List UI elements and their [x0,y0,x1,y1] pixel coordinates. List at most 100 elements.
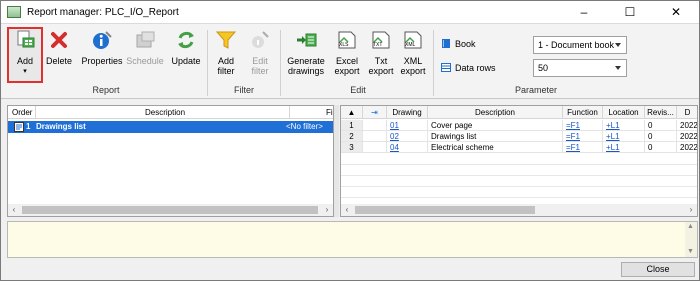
info-icon [90,28,114,52]
edit-filter-label-2: filter [251,66,269,76]
update-button[interactable]: Update [168,28,204,66]
tree-header-filter: Fi [326,108,333,117]
date-value: 2022. [677,142,697,153]
drawing-description: Drawings list [428,131,563,142]
drawing-link[interactable]: 04 [387,142,428,153]
book-parameter[interactable]: Book [441,38,476,49]
drawing-link[interactable]: 01 [387,120,428,131]
refresh-icon [174,28,198,52]
data-rows-label: Data rows [455,62,496,73]
col-header-description[interactable]: Description [428,106,563,119]
drawing-link[interactable]: 02 [387,131,428,142]
col-header-date[interactable]: D [677,106,697,119]
data-rows-select[interactable]: 50 [533,59,627,77]
txt-label-2: export [368,66,394,76]
panel-splitter[interactable] [334,105,339,217]
drawing-description: Cover page [428,120,563,131]
add-filter-label-2: filter [217,66,235,76]
function-link[interactable]: =F1 [563,120,603,131]
delete-icon [47,28,71,52]
report-tree-panel: Order Description Fi 1 Drawings list <No… [7,105,334,217]
tree-horizontal-scrollbar[interactable]: ‹ › [8,204,333,216]
location-link[interactable]: +L1 [603,142,645,153]
function-link[interactable]: =F1 [563,131,603,142]
column-divider [35,106,36,119]
close-window-button[interactable]: ✕ [653,1,699,23]
maximize-button[interactable]: ☐ [607,1,653,23]
report-icon [14,122,24,132]
col-header-drawing[interactable]: Drawing [387,106,428,119]
data-rows-icon [441,63,451,72]
row-number[interactable]: 2 [341,131,363,142]
edit-filter-button[interactable]: Edit filter [245,28,275,76]
title-bar: Report manager: PLC_I/O_Report – ☐ ✕ [1,1,699,23]
book-icon [442,39,450,48]
xml-export-button[interactable]: XML XML export [397,28,429,76]
group-label-parameter: Parameter [514,85,558,95]
xml-file-icon: XML [401,28,425,52]
window-title: Report manager: PLC_I/O_Report [27,6,179,18]
scroll-thumb[interactable] [355,206,535,214]
ribbon: Add ▾ Delete Properties Schedule Update … [1,23,699,99]
add-report-icon [13,28,37,52]
edit-filter-label-1: Edit [252,56,268,66]
group-label-filter: Filter [234,85,254,95]
date-value: 2022. [677,131,697,142]
scroll-right-icon[interactable]: › [321,204,333,216]
col-header-location[interactable]: Location [603,106,645,119]
txt-export-button[interactable]: TXT Txt export [365,28,397,76]
scroll-down-icon[interactable]: ▼ [687,248,694,255]
scroll-left-icon[interactable]: ‹ [341,204,353,216]
excel-export-button[interactable]: XLS Excel export [331,28,363,76]
txt-icon-text: TXT [373,42,383,48]
txt-file-icon: TXT [369,28,393,52]
generate-drawings-button[interactable]: Generate drawings [284,28,328,76]
book-select[interactable]: 1 - Document book [533,36,627,54]
group-separator [207,30,208,96]
app-icon [7,6,21,18]
scroll-up-icon[interactable]: ▲ [687,223,694,230]
table-row-cell [363,120,387,131]
row-number[interactable]: 1 [341,120,363,131]
sort-up-icon[interactable]: ▲ [341,106,363,119]
excel-label-2: export [334,66,360,76]
jump-to-end-icon[interactable]: ⇥ [363,106,387,119]
location-link[interactable]: +L1 [603,120,645,131]
scroll-right-icon[interactable]: › [685,204,697,216]
group-separator [280,30,281,96]
drawings-grid: ▲ ⇥ Drawing Description Function Locatio… [340,105,698,217]
row-number[interactable]: 3 [341,142,363,153]
xls-file-icon: XLS [335,28,359,52]
schedule-button[interactable]: Schedule [125,28,165,66]
drawing-description: Electrical scheme [428,142,563,153]
properties-button[interactable]: Properties [79,28,125,66]
scroll-thumb[interactable] [22,206,318,214]
tree-header-order: Order [12,108,33,117]
add-filter-button[interactable]: Add filter [211,28,241,76]
delete-label: Delete [45,56,72,66]
excel-label-1: Excel [335,56,358,66]
date-value: 2022. [677,120,697,131]
schedule-icon [133,28,157,52]
message-area[interactable]: ▲ ▼ [7,221,698,258]
xls-icon-text: XLS [339,42,349,48]
col-header-revision[interactable]: Revis... [645,106,677,119]
scroll-left-icon[interactable]: ‹ [8,204,20,216]
message-vertical-scrollbar[interactable]: ▲ ▼ [685,222,697,257]
tree-header: Order Description Fi [8,106,333,119]
tree-row-selected[interactable]: 1 Drawings list <No filter> [8,121,333,133]
location-link[interactable]: +L1 [603,131,645,142]
add-button-content[interactable]: Add ▾ [9,28,41,77]
revision-value: 0 [645,142,677,153]
column-divider [289,106,290,119]
properties-label: Properties [81,56,123,66]
col-header-function[interactable]: Function [563,106,603,119]
grid-horizontal-scrollbar[interactable]: ‹ › [341,204,697,216]
book-select-value: 1 - Document book [538,40,615,50]
function-link[interactable]: =F1 [563,142,603,153]
delete-button[interactable]: Delete [43,28,75,66]
minimize-button[interactable]: – [561,1,607,23]
generate-drawings-icon [294,28,318,52]
close-button[interactable]: Close [621,262,695,277]
data-rows-parameter[interactable]: Data rows [441,62,496,73]
